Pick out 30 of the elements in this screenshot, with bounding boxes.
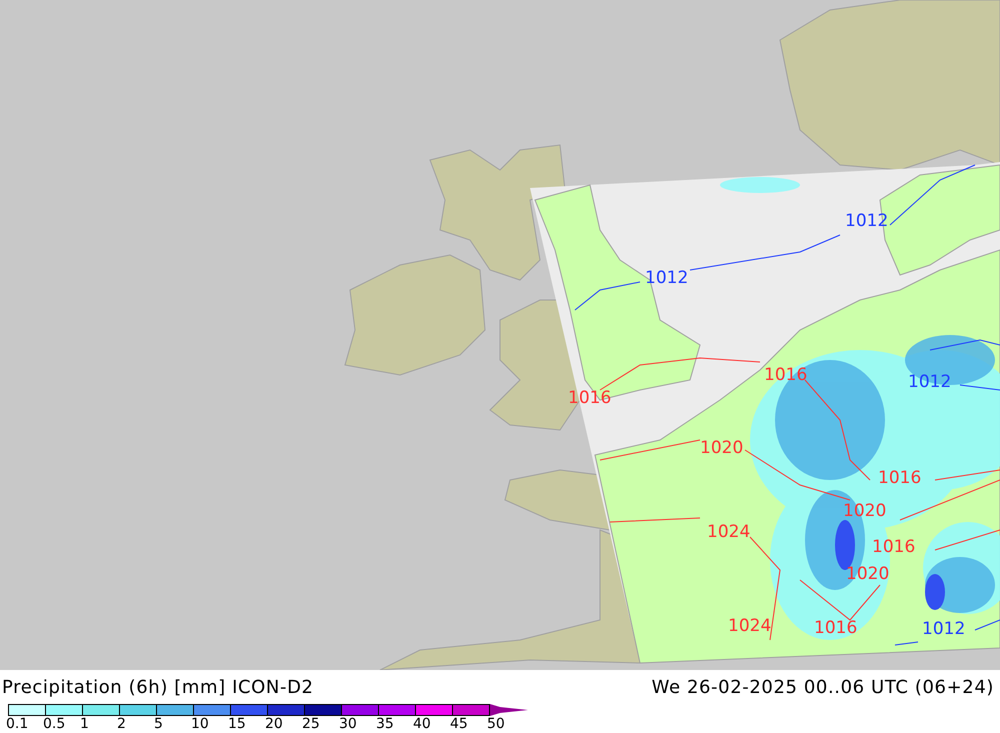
isobar-label: 1016 xyxy=(764,365,808,385)
isobar-label: 1012 xyxy=(645,268,688,288)
isobar-label: 1012 xyxy=(908,372,952,392)
isobar-label: 1020 xyxy=(843,501,886,521)
map-title: Precipitation (6h) [mm] ICON-D2 xyxy=(2,676,314,698)
legend-tick-label: 40 xyxy=(413,716,432,732)
legend-tick-label: 20 xyxy=(265,716,284,732)
isobar-label: 1020 xyxy=(846,564,890,584)
isobar-label: 1024 xyxy=(728,616,772,636)
isobar-label: 1016 xyxy=(872,537,916,557)
isobar-label: 1012 xyxy=(922,619,966,639)
legend-tick-label: 35 xyxy=(376,716,395,732)
legend-tick-label: 15 xyxy=(228,716,247,732)
legend-tick-label: 0.5 xyxy=(43,716,66,732)
legend-tick-label: 0.1 xyxy=(6,716,30,732)
isobar-label: 1020 xyxy=(700,438,744,458)
isobar-label: 1016 xyxy=(878,468,922,488)
legend-tick-label: 2 xyxy=(117,716,127,732)
legend-tick-label: 30 xyxy=(339,716,358,732)
isobar-label: 1016 xyxy=(568,388,612,408)
legend-tick-label: 25 xyxy=(302,716,321,732)
valid-time: We 26-02-2025 00..06 UTC (06+24) xyxy=(652,676,994,698)
legend-tick-label: 10 xyxy=(191,716,210,732)
isobar-label: 1024 xyxy=(707,522,750,542)
legend-tick-label: 50 xyxy=(487,716,506,732)
legend-tick-label: 1 xyxy=(80,716,90,732)
isobar-label: 1012 xyxy=(845,211,888,231)
isobar-label: 1016 xyxy=(814,618,858,638)
legend-tick-label: 5 xyxy=(154,716,164,732)
legend-tick-label: 45 xyxy=(450,716,469,732)
